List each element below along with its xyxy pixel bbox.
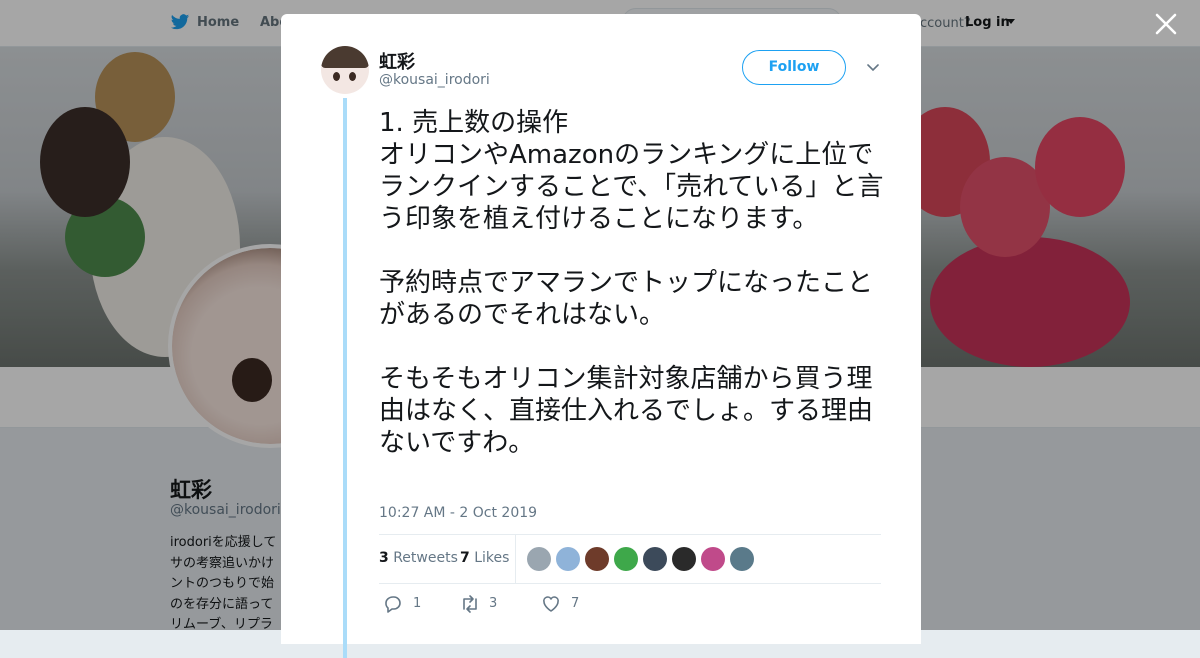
avatar-hair (321, 46, 369, 68)
liker-avatar[interactable] (672, 547, 696, 571)
author-name[interactable]: 虹彩 (379, 48, 415, 74)
stats-divider (515, 535, 516, 583)
liker-avatar[interactable] (730, 547, 754, 571)
liker-avatar[interactable] (585, 547, 609, 571)
close-icon[interactable] (1154, 12, 1178, 36)
author-handle[interactable]: @kousai_irodori (379, 72, 490, 88)
retweet-icon (463, 595, 477, 613)
chevron-down-icon[interactable] (867, 64, 879, 72)
thread-line (343, 98, 347, 658)
retweets-count: 3 (379, 550, 389, 566)
liker-avatar[interactable] (556, 547, 580, 571)
reply-icon (385, 596, 401, 613)
liker-avatar[interactable] (614, 547, 638, 571)
reply-count: 1 (413, 596, 422, 611)
liker-avatar[interactable] (643, 547, 667, 571)
retweet-count: 3 (489, 596, 498, 611)
likes-count: 7 (460, 550, 470, 566)
retweets-stat[interactable]: 3 Retweets (379, 550, 458, 566)
author-avatar[interactable] (321, 46, 369, 94)
tweet-stats: 3 Retweets 7 Likes (379, 534, 881, 584)
avatar-eye (333, 72, 340, 81)
tweet-modal: 虹彩 @kousai_irodori Follow 1. 売上数の操作 オリコン… (281, 14, 921, 658)
avatar-eye (349, 72, 356, 81)
liker-avatar[interactable] (527, 547, 551, 571)
likes-label: Likes (474, 550, 510, 566)
tweet-text: 1. 売上数の操作 オリコンやAmazonのランキングに上位でランクインすること… (379, 108, 884, 458)
tweet-timestamp[interactable]: 10:27 AM - 2 Oct 2019 (379, 505, 537, 521)
heart-icon (543, 596, 559, 612)
liker-avatar[interactable] (701, 547, 725, 571)
follow-button[interactable]: Follow (742, 50, 846, 85)
retweets-label: Retweets (393, 550, 458, 566)
likes-stat[interactable]: 7 Likes (460, 550, 509, 566)
like-count: 7 (571, 596, 580, 611)
